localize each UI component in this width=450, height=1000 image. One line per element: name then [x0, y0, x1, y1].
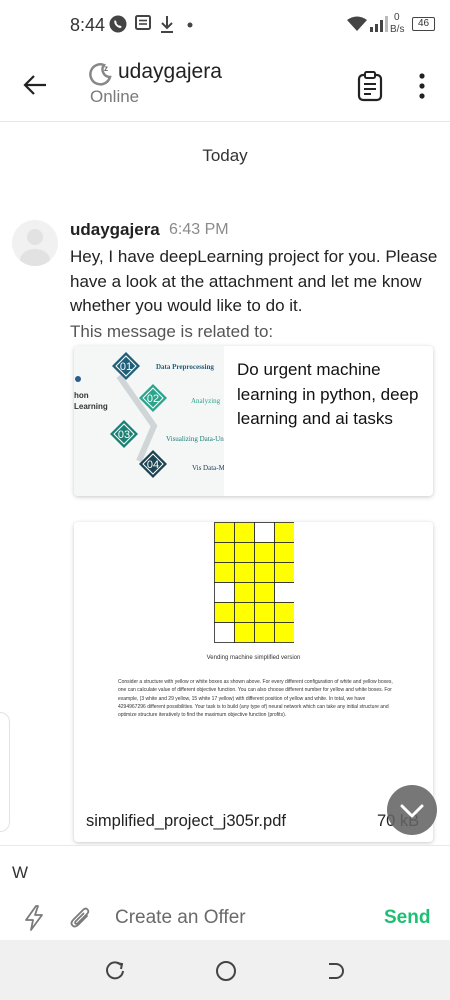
paperclip-icon[interactable]	[68, 904, 94, 932]
back-nav-icon[interactable]	[324, 960, 346, 982]
step-01-number: 01	[120, 361, 132, 373]
send-button[interactable]: Send	[384, 907, 430, 929]
message-input[interactable]: W	[12, 863, 28, 883]
grid-cell	[254, 582, 275, 603]
grid-cell	[214, 562, 235, 583]
back-arrow-icon[interactable]	[20, 70, 50, 100]
message-notification-icon	[135, 15, 151, 30]
grid-cell	[214, 602, 235, 623]
create-offer-button[interactable]: Create an Offer	[115, 907, 246, 929]
yellow-grid-figure	[214, 522, 294, 643]
more-vert-icon[interactable]	[414, 68, 430, 104]
step-03-label: Visualizing Data-Univariate	[166, 435, 224, 443]
step-02-label: Analyzing	[191, 397, 221, 405]
grid-cell	[234, 542, 255, 563]
pdf-preview-caption: Vending machine simplified version	[206, 655, 301, 661]
battery-icon: 46	[412, 17, 435, 31]
svg-text:z: z	[104, 64, 108, 73]
away-status-icon: z	[89, 63, 112, 86]
grid-cell	[254, 562, 275, 583]
related-gig-card[interactable]: hon Learning 01 Data Preprocessing 02 An…	[74, 346, 433, 496]
gig-thumbnail: hon Learning 01 Data Preprocessing 02 An…	[74, 346, 224, 496]
step-01-label: Data Preprocessing	[156, 363, 214, 371]
edge-panel-handle[interactable]	[0, 712, 10, 832]
step-03-number: 03	[118, 429, 130, 441]
grid-cell	[234, 562, 255, 583]
scroll-to-bottom-button[interactable]	[387, 785, 437, 835]
grid-cell	[254, 522, 275, 543]
day-divider: Today	[202, 146, 248, 165]
pdf-preview: Vending machine simplified version Consi…	[74, 522, 433, 807]
thumb-side-text-2: Learning	[74, 402, 108, 411]
grid-cell	[234, 522, 255, 543]
grid-cell	[214, 522, 235, 543]
thumb-side-text-1: hon	[74, 391, 89, 400]
gig-title: Do urgent machine learning in python, de…	[237, 360, 419, 428]
lightning-icon[interactable]	[22, 904, 46, 932]
net-speed-unit: B/s	[390, 24, 405, 35]
grid-cell	[214, 622, 235, 643]
grid-cell	[274, 562, 294, 583]
message-text: Hey, I have deepLearning project for you…	[70, 247, 438, 315]
grid-cell	[214, 542, 235, 563]
signal-icon	[370, 16, 388, 32]
grid-cell	[274, 622, 294, 643]
step-04-number: 04	[147, 459, 159, 471]
status-bar: 8:44 0 B/s 46	[0, 0, 450, 50]
step-02-number: 02	[147, 393, 159, 405]
grid-cell	[274, 602, 294, 623]
grid-cell	[274, 542, 294, 563]
avatar[interactable]	[12, 220, 58, 266]
battery-level: 46	[417, 18, 430, 29]
message-composer: W Create an Offer Send	[0, 845, 450, 940]
pdf-preview-text: Consider a structure with yellow or whit…	[118, 679, 393, 719]
status-time: 8:44	[70, 15, 106, 35]
recent-apps-icon[interactable]	[104, 960, 126, 982]
chat-header: z udaygajera Online	[0, 50, 450, 122]
grid-cell	[234, 582, 255, 603]
contact-name[interactable]: udaygajera	[118, 60, 222, 84]
sender-name: udaygajera	[70, 220, 160, 239]
related-label: This message is related to:	[70, 322, 274, 341]
default-avatar-icon	[20, 229, 50, 266]
grid-cell	[234, 622, 255, 643]
home-icon[interactable]	[214, 959, 238, 983]
chevron-down-icon	[400, 804, 424, 818]
file-name[interactable]: simplified_project_j305r.pdf	[86, 812, 286, 831]
grid-cell	[254, 622, 275, 643]
system-nav-bar	[0, 940, 450, 1000]
grid-cell	[254, 542, 275, 563]
step-04-label: Vis Data-Mul	[192, 464, 224, 472]
net-speed-value: 0	[394, 12, 400, 23]
download-icon	[161, 16, 173, 33]
whatsapp-icon	[109, 15, 127, 33]
message-time: 6:43 PM	[169, 221, 229, 238]
python-logo-icon	[75, 376, 81, 382]
grid-cell	[274, 582, 294, 603]
notification-dot-icon	[187, 22, 193, 28]
grid-cell	[274, 522, 294, 543]
grid-cell	[234, 602, 255, 623]
file-attachment-card[interactable]: Vending machine simplified version Consi…	[74, 522, 433, 842]
grid-cell	[214, 582, 235, 603]
clipboard-icon[interactable]	[356, 70, 384, 102]
contact-status: Online	[90, 87, 140, 106]
wifi-icon	[347, 16, 367, 31]
grid-cell	[254, 602, 275, 623]
